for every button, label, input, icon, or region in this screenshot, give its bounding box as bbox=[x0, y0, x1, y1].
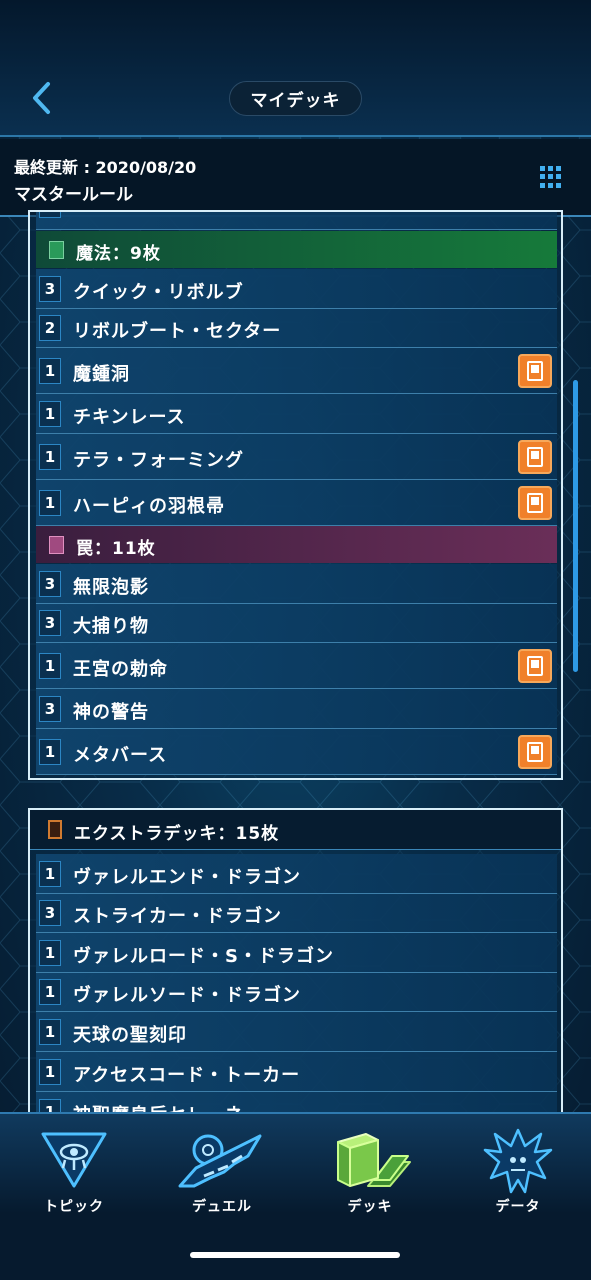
limited-card-icon[interactable] bbox=[518, 439, 552, 474]
deck-box-icon bbox=[337, 1133, 411, 1187]
list-item[interactable]: 1 ヴァレルロード・S・ドラゴン bbox=[36, 933, 557, 973]
card-count: 1 bbox=[39, 1018, 61, 1045]
list-item[interactable]: 1 チキンレース bbox=[36, 394, 557, 434]
nav-data[interactable]: データ bbox=[458, 1120, 578, 1220]
card-count: 2 bbox=[39, 315, 61, 341]
extra-deck-count-label: エクストラデッキ：15枚 bbox=[74, 824, 280, 844]
card-count: 1 bbox=[39, 400, 61, 427]
card-name: ヴァレルエンド・ドラゴン bbox=[73, 866, 301, 888]
list-item[interactable]: 3 神の警告 bbox=[36, 689, 557, 729]
list-item[interactable]: 1 ヴァレルソード・ドラゴン bbox=[36, 973, 557, 1012]
extra-deck-icon bbox=[48, 820, 62, 839]
card-name: 魔鍾洞 bbox=[73, 363, 130, 385]
list-item[interactable]: 1 ヴァレルエンド・ドラゴン bbox=[36, 854, 557, 894]
grid-icon bbox=[540, 166, 545, 171]
nav-topic-label: トピック bbox=[44, 1199, 104, 1215]
nav-deck-label: デッキ bbox=[347, 1199, 393, 1215]
card-name: クイック・リボルブ bbox=[73, 281, 244, 303]
trap-card-icon bbox=[49, 536, 64, 554]
millennium-eye-icon bbox=[41, 1132, 107, 1188]
deck-info-bar bbox=[0, 139, 591, 217]
card-name: テラ・フォーミング bbox=[73, 449, 244, 471]
card-count: 1 bbox=[39, 489, 61, 516]
card-name: ヴァレルロード・S・ドラゴン bbox=[73, 945, 334, 967]
list-item[interactable]: 3 クイック・リボルブ bbox=[36, 269, 557, 309]
card-name: チキンレース bbox=[73, 406, 186, 428]
card-count: 1 bbox=[39, 738, 61, 765]
extra-deck-header: エクストラデッキ：15枚 bbox=[30, 810, 561, 850]
card-name: 神の警告 bbox=[73, 701, 149, 723]
list-item[interactable]: 1 メタバース bbox=[36, 729, 557, 775]
card-name: ストライカー・ドラゴン bbox=[73, 906, 282, 927]
list-item[interactable]: 1 魔鍾洞 bbox=[36, 348, 557, 394]
card-count: 1 bbox=[39, 939, 61, 966]
card-count: 3 bbox=[39, 570, 61, 597]
nav-data-label: データ bbox=[495, 1199, 541, 1215]
nav-duel[interactable]: デュエル bbox=[162, 1120, 282, 1220]
limited-card-icon[interactable] bbox=[518, 648, 552, 683]
card-count: 1 bbox=[39, 443, 61, 470]
rule-label: マスタールール bbox=[14, 185, 133, 205]
spell-category-header: 魔法：9枚 bbox=[36, 231, 557, 268]
card-name: ヴァレルソード・ドラゴン bbox=[73, 985, 301, 1006]
card-name: アクセスコード・トーカー bbox=[73, 1064, 301, 1086]
back-button[interactable] bbox=[22, 78, 62, 118]
list-item[interactable]: 1 天球の聖刻印 bbox=[36, 1012, 557, 1052]
main-deck-panel[interactable]: 魔法：9枚 3 クイック・リボルブ 2 リボルブート・セクター 1 魔鍾洞 1 … bbox=[28, 210, 563, 780]
scrollbar[interactable] bbox=[573, 380, 578, 672]
trap-category-header: 罠：11枚 bbox=[36, 526, 557, 563]
extra-deck-panel[interactable]: エクストラデッキ：15枚 1 ヴァレルエンド・ドラゴン 3 ストライカー・ドラゴ… bbox=[28, 808, 563, 1148]
card-name: ハーピィの羽根帚 bbox=[73, 495, 225, 517]
duel-disk-icon bbox=[178, 1134, 262, 1188]
list-item[interactable]: 1 ハーピィの羽根帚 bbox=[36, 480, 557, 526]
chevron-left-icon bbox=[33, 82, 50, 114]
grid-view-button[interactable] bbox=[540, 166, 562, 188]
list-item[interactable]: 3 ストライカー・ドラゴン bbox=[36, 894, 557, 933]
spell-count-label: 魔法：9枚 bbox=[76, 244, 161, 264]
limited-card-icon[interactable] bbox=[518, 353, 552, 388]
last-updated: 最終更新 : 2020/08/20 bbox=[14, 158, 197, 177]
home-indicator[interactable] bbox=[190, 1252, 400, 1258]
list-item[interactable]: 1 アクセスコード・トーカー bbox=[36, 1052, 557, 1092]
nav-deck[interactable]: デッキ bbox=[310, 1120, 430, 1220]
card-count: 1 bbox=[39, 1058, 61, 1085]
card-name: 王宮の勅命 bbox=[73, 658, 168, 680]
trap-count-label: 罠：11枚 bbox=[76, 539, 156, 559]
card-name: 大捕り物 bbox=[73, 616, 149, 637]
top-bar bbox=[0, 0, 591, 137]
list-item[interactable]: 1 テラ・フォーミング bbox=[36, 434, 557, 480]
spell-card-icon bbox=[49, 241, 64, 259]
nav-topic[interactable]: トピック bbox=[14, 1120, 134, 1220]
page-title: マイデッキ bbox=[229, 81, 362, 116]
list-item[interactable]: 3 無限泡影 bbox=[36, 564, 557, 604]
card-count: 1 bbox=[39, 979, 61, 1005]
card-count: 3 bbox=[39, 695, 61, 722]
card-count: 3 bbox=[39, 610, 61, 636]
card-count: 1 bbox=[39, 652, 61, 679]
card-count: 1 bbox=[39, 860, 61, 887]
list-item[interactable]: 2 リボルブート・セクター bbox=[36, 309, 557, 348]
card-name: リボルブート・セクター bbox=[73, 321, 282, 342]
limited-card-icon[interactable] bbox=[518, 734, 552, 769]
card-name: 無限泡影 bbox=[73, 576, 149, 598]
card-count: 3 bbox=[39, 900, 61, 926]
card-name: 天球の聖刻印 bbox=[73, 1024, 187, 1046]
limited-card-icon[interactable] bbox=[518, 485, 552, 520]
list-item[interactable] bbox=[36, 212, 557, 230]
card-count: 3 bbox=[39, 275, 61, 302]
card-name: メタバース bbox=[73, 744, 168, 766]
nav-duel-label: デュエル bbox=[192, 1199, 252, 1215]
card-count: 1 bbox=[39, 357, 61, 384]
character-icon bbox=[483, 1128, 553, 1194]
list-item[interactable]: 1 王宮の勅命 bbox=[36, 643, 557, 689]
list-item[interactable]: 3 大捕り物 bbox=[36, 604, 557, 643]
